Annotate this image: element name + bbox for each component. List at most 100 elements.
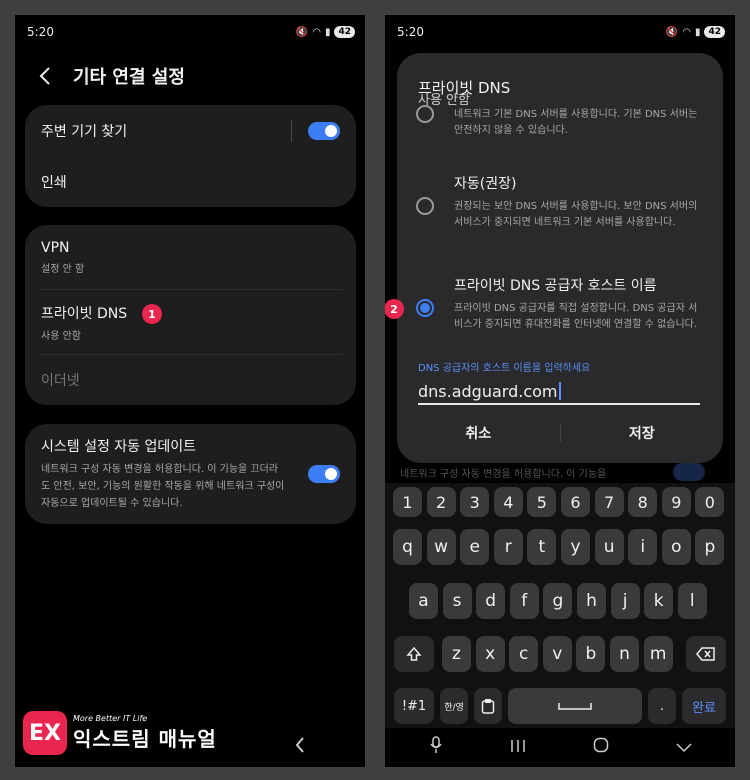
system-update-desc: 네트워크 구성 자동 변경을 허용합니다. 이 기능을 끄더라도 안전, 보안,… [41, 464, 285, 509]
hostname-input[interactable]: dns.adguard.com [418, 379, 700, 405]
key-i[interactable]: i [628, 529, 658, 565]
key-9[interactable]: 9 [661, 487, 691, 517]
space-icon [558, 703, 592, 710]
radio-auto[interactable] [416, 197, 434, 215]
option-auto[interactable]: 자동(권장) 권장되는 보안 DNS 서버를 사용합니다. 보안 DNS 서버의… [454, 173, 704, 231]
key-8[interactable]: 8 [628, 487, 658, 517]
key-w[interactable]: w [426, 529, 456, 565]
key-v[interactable]: v [542, 636, 572, 672]
key-a[interactable]: a [409, 583, 438, 619]
microphone-icon [429, 736, 442, 753]
key-s[interactable]: s [442, 583, 472, 619]
clipboard-icon [481, 699, 495, 714]
done-key[interactable]: 완료 [682, 688, 726, 724]
option-hostname-title: 프라이빗 DNS 공급자 호스트 이름 [454, 278, 657, 294]
dialog-title: 프라이빗 DNS [418, 79, 511, 97]
key-6[interactable]: 6 [561, 487, 590, 517]
key-n[interactable]: n [610, 636, 639, 672]
status-icons: 🔇 ◠ ▮ 42 [666, 26, 725, 38]
private-dns-status: 사용 안함 [41, 330, 81, 342]
shift-icon [406, 646, 422, 661]
shift-key[interactable] [394, 636, 434, 672]
logo-text: More Better IT Life 익스트림 매뉴얼 [73, 714, 217, 752]
logo-mark: EX [23, 711, 67, 755]
mute-icon: 🔇 [295, 26, 309, 38]
key-7[interactable]: 7 [594, 487, 624, 517]
key-l[interactable]: l [677, 583, 707, 619]
option-hostname[interactable]: 프라이빗 DNS 공급자 호스트 이름 프라이빗 DNS 공급자를 직접 설정합… [454, 275, 704, 333]
ethernet-label: 이더넷 [41, 373, 80, 389]
key-u[interactable]: u [594, 529, 624, 565]
home-icon [593, 737, 608, 753]
signal-icon: ▮ [324, 26, 331, 38]
language-key[interactable]: 한/영 [440, 688, 468, 724]
key-0[interactable]: 0 [695, 487, 725, 517]
key-4[interactable]: 4 [493, 487, 523, 517]
key-2[interactable]: 2 [426, 487, 456, 517]
hostname-field-label: DNS 공급자의 호스트 이름을 입력하세요 [418, 363, 591, 374]
radio-off[interactable] [416, 105, 434, 123]
background-desc: 네트워크 구성 자동 변경을 허용합니다. 이 기능을 [400, 469, 607, 480]
key-k[interactable]: k [644, 583, 674, 619]
key-3[interactable]: 3 [460, 487, 490, 517]
key-d[interactable]: d [476, 583, 506, 619]
radio-hostname[interactable] [416, 299, 434, 317]
wifi-icon: ◠ [312, 26, 321, 38]
system-update-row[interactable]: 시스템 설정 자동 업데이트 네트워크 구성 자동 변경을 허용합니다. 이 기… [25, 424, 356, 524]
wifi-icon: ◠ [682, 26, 691, 38]
nav-back-button[interactable] [295, 737, 305, 757]
key-b[interactable]: b [576, 636, 606, 672]
nearby-devices-row[interactable]: 주변 기기 찾기 [25, 105, 356, 156]
option-hostname-desc: 프라이빗 DNS 공급자를 직접 설정합니다. DNS 공급자 서비스가 중지되… [454, 303, 698, 330]
vpn-status: 설정 안 함 [41, 263, 85, 275]
key-g[interactable]: g [543, 583, 573, 619]
print-row[interactable]: 인쇄 [25, 156, 356, 207]
status-time: 5:20 [27, 25, 54, 39]
logo-name: 익스트림 매뉴얼 [73, 727, 217, 751]
key-5[interactable]: 5 [527, 487, 557, 517]
brand-logo: EX More Better IT Life 익스트림 매뉴얼 [23, 711, 217, 755]
vpn-row[interactable]: VPN 설정 안 함 [25, 225, 356, 289]
status-bar: 5:20 🔇 ◠ ▮ 42 [27, 23, 355, 41]
nearby-devices-toggle[interactable] [308, 121, 340, 140]
system-update-title: 시스템 설정 자동 업데이트 [41, 439, 197, 455]
recent-apps-button[interactable] [510, 738, 526, 757]
period-key[interactable]: . [648, 688, 676, 724]
symbols-key[interactable]: !#1 [394, 688, 434, 724]
key-o[interactable]: o [661, 529, 691, 565]
status-time: 5:20 [397, 25, 424, 39]
option-off[interactable]: 네트워크 기본 DNS 서버를 사용합니다. 기본 DNS 서버는 안전하지 않… [454, 107, 704, 139]
key-q[interactable]: q [393, 529, 422, 565]
key-t[interactable]: t [527, 529, 557, 565]
hide-keyboard-button[interactable] [675, 738, 692, 757]
key-x[interactable]: x [475, 636, 505, 672]
back-button[interactable] [35, 66, 55, 86]
key-m[interactable]: m [643, 636, 673, 672]
private-dns-dialog: 프라이빗 DNS 사용 안함 네트워크 기본 DNS 서버를 사용합니다. 기본… [397, 53, 723, 463]
save-button[interactable]: 저장 [561, 423, 724, 443]
key-p[interactable]: p [695, 529, 725, 565]
key-y[interactable]: y [561, 529, 590, 565]
step-badge-1: 1 [142, 304, 162, 324]
key-e[interactable]: e [460, 529, 490, 565]
key-1[interactable]: 1 [393, 487, 422, 517]
key-c[interactable]: c [509, 636, 539, 672]
microphone-button[interactable] [429, 736, 443, 758]
backspace-key[interactable] [686, 636, 726, 672]
backspace-icon [696, 647, 715, 661]
signal-icon: ▮ [694, 26, 701, 38]
settings-screen: 5:20 🔇 ◠ ▮ 42 기타 연결 설정 주변 기기 찾기 인쇄 VPN 설… [15, 15, 365, 767]
space-key[interactable] [508, 688, 642, 724]
key-z[interactable]: z [442, 636, 471, 672]
card-nearby-print: 주변 기기 찾기 인쇄 [25, 105, 356, 207]
key-r[interactable]: r [493, 529, 523, 565]
private-dns-row[interactable]: 프라이빗 DNS 사용 안함 1 [25, 290, 356, 354]
clipboard-key[interactable] [474, 688, 502, 724]
key-j[interactable]: j [610, 583, 640, 619]
cancel-button[interactable]: 취소 [397, 423, 560, 443]
page-header: 기타 연결 설정 [35, 63, 185, 89]
key-h[interactable]: h [577, 583, 606, 619]
system-update-toggle[interactable] [308, 465, 340, 483]
key-f[interactable]: f [509, 583, 539, 619]
home-button[interactable] [593, 737, 609, 757]
